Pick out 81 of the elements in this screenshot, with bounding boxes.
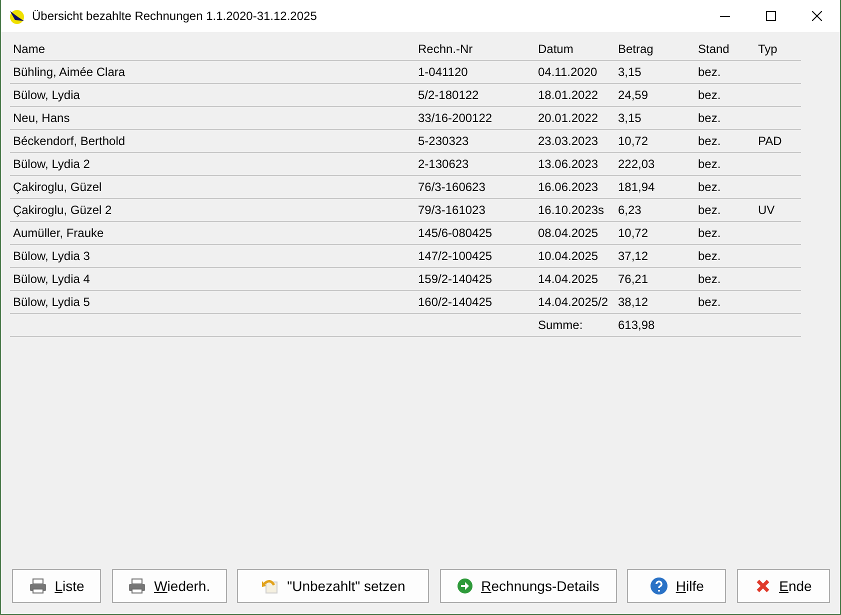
arrow-right-icon: [457, 578, 474, 594]
sum-value: 613,98: [618, 318, 655, 332]
table-cell: 147/2-100425: [418, 249, 492, 263]
table-cell: bez.: [698, 88, 721, 102]
table-cell: bez.: [698, 249, 721, 263]
table-cell: 38,12: [618, 295, 648, 309]
table-cell: Aumüller, Frauke: [13, 226, 104, 240]
action-button[interactable]: Rechnungs-Details: [440, 569, 617, 603]
action-button[interactable]: Wiederh.: [112, 569, 227, 603]
table-cell: bez.: [698, 134, 721, 148]
table-cell: Çakiroglu, Güzel: [13, 180, 102, 194]
table-cell: bez.: [698, 295, 721, 309]
column-header[interactable]: Name: [10, 38, 415, 61]
action-button[interactable]: Liste: [12, 569, 101, 603]
table-cell: 23.03.2023: [538, 134, 598, 148]
table-cell: 6,23: [618, 203, 642, 217]
table-cell: Neu, Hans: [13, 111, 70, 125]
table-cell: Bülow, Lydia: [13, 88, 80, 102]
table-cell: Béckendorf, Berthold: [13, 134, 126, 148]
table-cell: 159/2-140425: [418, 272, 492, 286]
table-cell: 5/2-180122: [418, 88, 479, 102]
table-cell: 222,03: [618, 157, 655, 171]
table-cell: Çakiroglu, Güzel 2: [13, 203, 112, 217]
table-cell: 14.04.2025: [538, 272, 598, 286]
table-cell: PAD: [758, 134, 782, 148]
table-cell: 160/2-140425: [418, 295, 492, 309]
table-cell: 13.06.2023: [538, 157, 598, 171]
table-cell: bez.: [698, 65, 721, 79]
column-header[interactable]: Stand: [695, 38, 755, 61]
table-cell: 10.04.2025: [538, 249, 598, 263]
help-button[interactable]: Hilfe: [627, 569, 726, 603]
table-cell: bez.: [698, 111, 721, 125]
table-cell: 16.10.2023s: [538, 203, 604, 217]
table-cell: bez.: [698, 226, 721, 240]
table-cell: 1-041120: [418, 65, 468, 79]
close-icon: [755, 578, 772, 594]
table-cell: 3,15: [618, 111, 642, 125]
column-header[interactable]: Datum: [535, 38, 615, 61]
table-cell: 04.11.2020: [538, 65, 598, 79]
table-cell: Bülow, Lydia 2: [13, 157, 90, 171]
sum-label: Summe:: [538, 318, 583, 332]
undo-arrow-icon: [261, 578, 280, 594]
table-cell: Bülow, Lydia 3: [13, 249, 90, 263]
table-cell: 5-230323: [418, 134, 469, 148]
table-cell: 37,12: [618, 249, 648, 263]
table-cell: 181,94: [618, 180, 655, 194]
table-cell: Bülow, Lydia 5: [13, 295, 90, 309]
table-cell: 08.04.2025: [538, 226, 598, 240]
table-cell: bez.: [698, 203, 721, 217]
table-cell: 24,59: [618, 88, 648, 102]
column-header[interactable]: Betrag: [615, 38, 695, 61]
help-icon: [650, 577, 668, 595]
table-cell: 79/3-161023: [418, 203, 486, 217]
table-cell: bez.: [698, 180, 721, 194]
printer-icon: [28, 578, 47, 594]
table-cell: bez.: [698, 157, 721, 171]
table-cell: 18.01.2022: [538, 88, 598, 102]
table-cell: bez.: [698, 272, 721, 286]
column-header[interactable]: Typ: [755, 38, 801, 61]
exit-button[interactable]: Ende: [736, 569, 830, 603]
table-cell: 2-130623: [418, 157, 469, 171]
table-cell: Bühling, Aimée Clara: [13, 65, 126, 79]
table-cell: 20.01.2022: [538, 111, 598, 125]
table-cell: Bülow, Lydia 4: [13, 272, 90, 286]
printer-icon: [128, 578, 146, 594]
table-cell: 14.04.2025/2: [538, 295, 608, 309]
action-button[interactable]: "Unbezahlt" setzen: [237, 569, 430, 603]
table-cell: 76/3-160623: [418, 180, 486, 194]
column-header[interactable]: Rechn.-Nr: [415, 38, 535, 61]
maximize-icon[interactable]: [766, 11, 776, 21]
window-title: Übersicht bezahlte Rechnungen 1.1.2020-31.12.2025: [32, 9, 318, 23]
app-logo-icon: [9, 8, 25, 24]
table-cell: 10,72: [618, 226, 648, 240]
table-cell: UV: [758, 203, 775, 217]
table-cell: 76,21: [618, 272, 648, 286]
table-cell: 33/16-200122: [418, 111, 492, 125]
table-cell: 16.06.2023: [538, 180, 598, 194]
table-cell: 3,15: [618, 65, 642, 79]
table-cell: 145/6-080425: [418, 226, 492, 240]
close-icon[interactable]: [812, 11, 822, 21]
table-cell: 10,72: [618, 134, 648, 148]
